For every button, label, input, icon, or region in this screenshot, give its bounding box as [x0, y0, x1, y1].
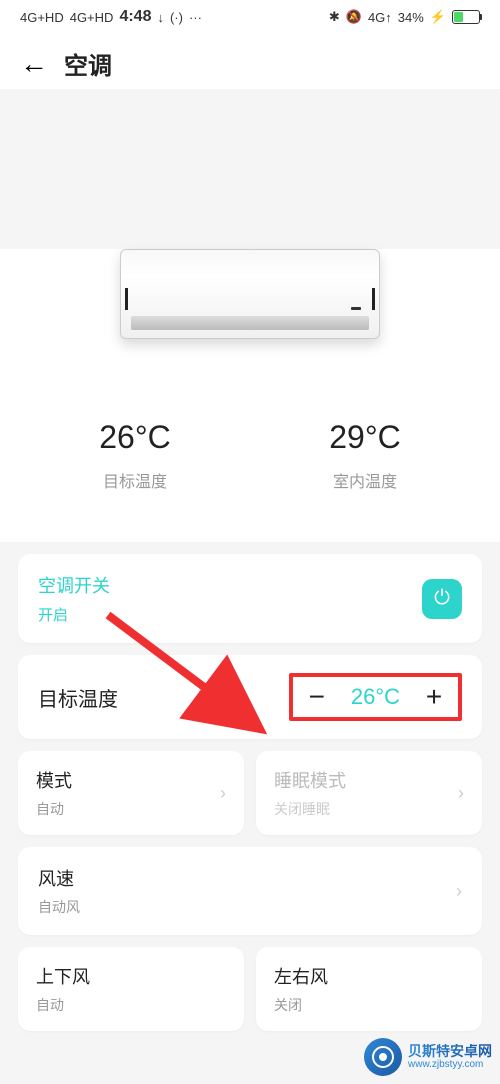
battery-pct: 34% — [398, 10, 424, 25]
indoor-temp-block: 29°C 室内温度 — [329, 419, 401, 492]
network-icon: 4G↑ — [368, 10, 392, 25]
content-top: 26°C 目标温度 29°C 室内温度 — [0, 249, 500, 542]
watermark: 贝斯特安卓网 www.zjbstyy.com — [364, 1038, 492, 1076]
temp-minus-button[interactable]: − — [307, 681, 327, 713]
status-left: 4G+HD 4G+HD 4:48 ↓ (·) ··· — [20, 8, 202, 26]
mode-card[interactable]: 模式 自动 › — [18, 751, 244, 835]
dnd-icon: 🔕 — [346, 9, 362, 25]
signal-1: 4G+HD — [20, 10, 64, 25]
indoor-temp-label: 室内温度 — [329, 468, 401, 492]
watermark-logo — [364, 1038, 402, 1076]
status-right: ✱ 🔕 4G↑ 34% ⚡ — [329, 9, 480, 25]
page-title: 空调 — [64, 46, 112, 81]
more-icon: ··· — [189, 10, 202, 25]
indoor-temp-value: 29°C — [329, 419, 401, 456]
leftright-wind-title: 左右风 — [274, 963, 328, 989]
mode-sub: 自动 — [36, 799, 72, 819]
temp-control-value: 26°C — [351, 684, 400, 710]
watermark-text: 贝斯特安卓网 — [408, 1044, 492, 1059]
back-button[interactable]: ← — [20, 48, 48, 80]
chevron-right-icon: › — [458, 783, 464, 804]
power-button[interactable]: ⏻ — [422, 579, 462, 619]
chevron-right-icon: › — [220, 783, 226, 804]
wind-speed-card[interactable]: 风速 自动风 › — [18, 847, 482, 935]
ac-switch-card[interactable]: 空调开关 开启 ⏻ — [18, 554, 482, 643]
sleep-mode-card[interactable]: 睡眠模式 关闭睡眠 › — [256, 751, 482, 835]
sleep-title: 睡眠模式 — [274, 767, 346, 793]
battery-icon — [452, 10, 480, 24]
page-header: ← 空调 — [0, 34, 500, 89]
updown-wind-card[interactable]: 上下风 自动 — [18, 947, 244, 1031]
status-time: 4:48 — [119, 8, 151, 26]
chevron-right-icon: › — [456, 881, 462, 902]
updown-wind-sub: 自动 — [36, 995, 90, 1015]
bluetooth-icon: ✱ — [329, 9, 340, 25]
switch-label: 空调开关 — [38, 572, 110, 598]
hotspot-icon: (·) — [170, 10, 183, 25]
leftright-wind-card[interactable]: 左右风 关闭 — [256, 947, 482, 1031]
target-temp-block: 26°C 目标温度 — [99, 419, 171, 492]
power-icon: ⏻ — [434, 587, 450, 610]
temperature-row: 26°C 目标温度 29°C 室内温度 — [0, 379, 500, 522]
download-icon: ↓ — [157, 10, 164, 25]
signal-2: 4G+HD — [70, 10, 114, 25]
leftright-wind-sub: 关闭 — [274, 995, 328, 1015]
target-temp-label: 目标温度 — [99, 468, 171, 492]
watermark-url: www.zjbstyy.com — [408, 1059, 492, 1070]
sleep-sub: 关闭睡眠 — [274, 799, 346, 819]
temp-control-highlight: − 26°C + — [289, 673, 462, 721]
ac-unit-image — [120, 249, 380, 339]
target-temp-card-label: 目标温度 — [38, 683, 118, 712]
mode-title: 模式 — [36, 767, 72, 793]
status-bar: 4G+HD 4G+HD 4:48 ↓ (·) ··· ✱ 🔕 4G↑ 34% ⚡ — [0, 0, 500, 34]
target-temp-value: 26°C — [99, 419, 171, 456]
target-temp-card: 目标温度 − 26°C + — [18, 655, 482, 739]
charging-icon: ⚡ — [430, 9, 446, 25]
updown-wind-title: 上下风 — [36, 963, 90, 989]
wind-speed-title: 风速 — [38, 865, 80, 891]
switch-status: 开启 — [38, 604, 110, 625]
wind-speed-sub: 自动风 — [38, 897, 80, 917]
temp-plus-button[interactable]: + — [424, 681, 444, 713]
